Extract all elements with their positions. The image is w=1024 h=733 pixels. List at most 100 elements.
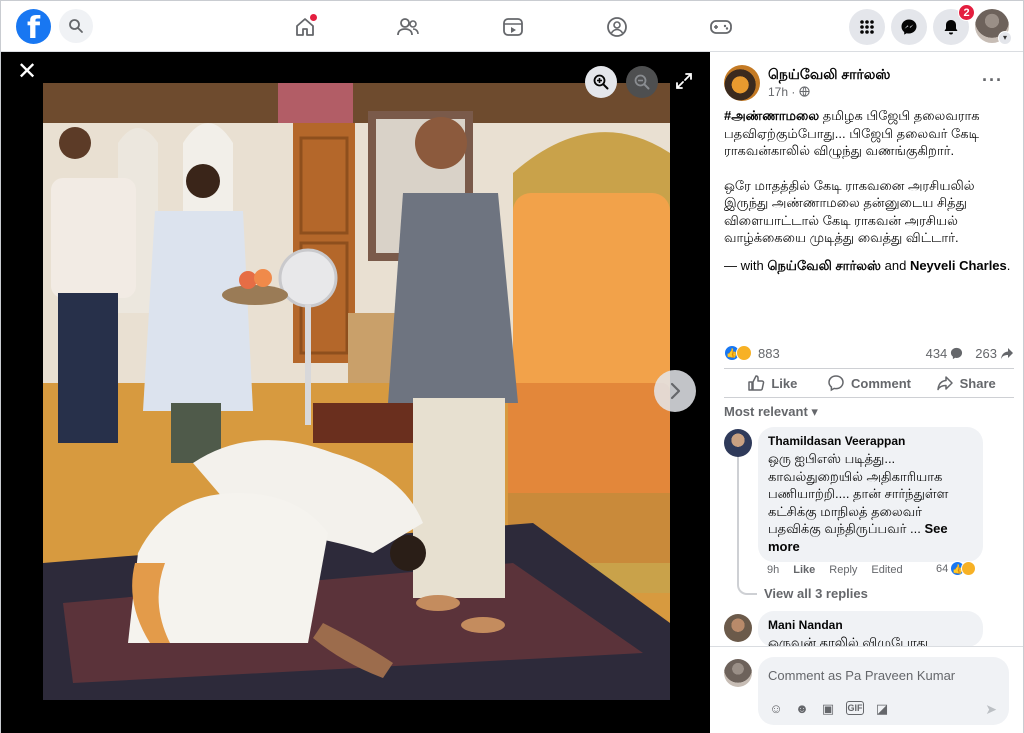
- share-count-text[interactable]: 263: [975, 346, 997, 361]
- close-icon[interactable]: ✕: [15, 60, 39, 84]
- comment-text: ஒரு ஐபிஎஸ் படித்து... காவல்துறையில் அதிக…: [768, 450, 973, 555]
- zoom-in-icon: [593, 74, 609, 90]
- tagged-user-2[interactable]: Neyveli Charles: [910, 258, 1007, 273]
- gif-icon[interactable]: GIF: [846, 701, 864, 715]
- comment-like-button[interactable]: Like: [793, 564, 815, 576]
- account-avatar[interactable]: ▾: [975, 9, 1012, 45]
- menu-button[interactable]: [849, 9, 885, 45]
- author-avatar[interactable]: [724, 65, 760, 101]
- commenter-avatar[interactable]: [724, 614, 752, 642]
- post-photo: [43, 83, 670, 700]
- home-notification-dot: [310, 14, 317, 21]
- post-time-text[interactable]: 17h ·: [768, 85, 795, 99]
- comment-bubble: Mani Nandan ஒருவன் காலில் விழுபோது: [758, 611, 983, 647]
- comment-sort-dropdown[interactable]: Most relevant ▾: [724, 404, 818, 420]
- friends-icon: [397, 18, 419, 36]
- nav-home[interactable]: [291, 13, 319, 41]
- zoom-in-button[interactable]: [585, 66, 617, 98]
- commenter-name[interactable]: Thamildasan Veerappan: [768, 434, 973, 448]
- gaming-controller-icon: [710, 20, 732, 34]
- post-text: #அண்ணாமலை தமிழக பிஜேபி தலைவராக பதவிஏற்கு…: [724, 107, 1014, 274]
- comment-edited-label[interactable]: Edited: [871, 564, 902, 576]
- commenter-name[interactable]: Mani Nandan: [768, 618, 973, 632]
- camera-icon[interactable]: ▣: [820, 701, 836, 717]
- like-thumb-icon: [748, 375, 765, 391]
- share-button[interactable]: Share: [917, 369, 1014, 397]
- comment-meta: 9h Like Reply Edited: [767, 564, 903, 576]
- comment-reactions[interactable]: 64 👍: [936, 561, 978, 577]
- post-stats: 👍 883 434 263: [724, 344, 1014, 364]
- with-prefix: — with: [724, 257, 768, 273]
- comment-reaction-icons: 👍: [950, 561, 978, 577]
- composer-tools: ☺ ☻ ▣ GIF ◪: [768, 701, 890, 717]
- tagged-user-1[interactable]: நெய்வேலி சார்லஸ்: [767, 258, 881, 273]
- post-options-button[interactable]: ···: [982, 70, 1003, 91]
- current-user-avatar[interactable]: [724, 659, 752, 687]
- share-icon: [936, 376, 953, 391]
- comment-count-text[interactable]: 434: [926, 346, 948, 361]
- top-navigation-bar: f 2 ▾: [1, 1, 1023, 52]
- zoom-out-icon: [634, 74, 650, 90]
- next-photo-button[interactable]: [654, 370, 696, 412]
- comment-composer: Comment as Pa Praveen Kumar ☺ ☻ ▣ GIF ◪ …: [710, 646, 1023, 733]
- reaction-icons[interactable]: 👍: [724, 345, 752, 363]
- comment-icon: [828, 375, 844, 392]
- comment-placeholder: Comment as Pa Praveen Kumar: [768, 668, 956, 683]
- watch-video-icon: [503, 18, 523, 36]
- comment-bubble: Thamildasan Veerappan ஒரு ஐபிஎஸ் படித்து…: [758, 427, 983, 562]
- messenger-button[interactable]: [891, 9, 927, 45]
- expand-icon: [676, 73, 692, 89]
- nav-friends[interactable]: [394, 13, 422, 41]
- like-label: Like: [771, 375, 798, 391]
- avatar-sticker-icon[interactable]: ☺: [768, 701, 784, 717]
- comment-reply-button[interactable]: Reply: [829, 564, 857, 576]
- zoom-out-button[interactable]: [626, 66, 658, 98]
- fullscreen-button[interactable]: [673, 70, 695, 92]
- haha-reaction-icon: [736, 345, 752, 361]
- comment-input[interactable]: Comment as Pa Praveen Kumar ☺ ☻ ▣ GIF ◪ …: [758, 657, 1009, 725]
- commenter-avatar[interactable]: [724, 429, 752, 457]
- chevron-down-icon: ▾: [998, 31, 1012, 45]
- comment-bubble-icon: [951, 347, 963, 360]
- with-end: .: [1006, 257, 1011, 273]
- nav-groups[interactable]: [603, 13, 631, 41]
- haha-reaction-icon: [961, 561, 977, 576]
- facebook-logo[interactable]: f: [16, 9, 51, 44]
- post-action-bar: Like Comment Share: [724, 368, 1014, 398]
- reaction-count[interactable]: 883: [758, 346, 780, 361]
- comment-reaction-count: 64: [936, 563, 949, 575]
- comment-button[interactable]: Comment: [821, 369, 918, 397]
- nav-watch[interactable]: [499, 13, 527, 41]
- stat-counts-right: 434 263: [926, 346, 1014, 361]
- menu-grid-icon: [860, 20, 874, 34]
- globe-icon: [799, 86, 810, 97]
- post-author-name[interactable]: நெய்வேலி சார்லஸ்: [768, 66, 890, 85]
- with-and: and: [881, 257, 910, 273]
- emoji-icon[interactable]: ☻: [794, 701, 810, 717]
- post-timestamp[interactable]: 17h ·: [768, 85, 810, 99]
- groups-icon: [607, 17, 627, 37]
- tagged-with-line: — with நெய்வேலி சார்லஸ் and Neyveli Char…: [724, 257, 1014, 275]
- share-label: Share: [959, 375, 996, 391]
- search-icon: [69, 19, 83, 33]
- messenger-icon: [901, 19, 917, 35]
- comment-time[interactable]: 9h: [767, 564, 779, 576]
- search-button[interactable]: [59, 9, 93, 43]
- sticker-icon[interactable]: ◪: [874, 701, 890, 717]
- share-arrow-icon: [1001, 348, 1013, 359]
- share-count[interactable]: 263: [975, 346, 1014, 361]
- nav-gaming[interactable]: [707, 13, 735, 41]
- photo-illustration: [43, 83, 670, 700]
- bell-icon: [944, 20, 958, 35]
- notification-badge: 2: [958, 4, 975, 21]
- send-icon[interactable]: ➤: [985, 701, 997, 718]
- photo-viewer: ✕: [1, 52, 710, 733]
- comment-count[interactable]: 434: [926, 346, 964, 361]
- like-button[interactable]: Like: [724, 369, 821, 397]
- post-text-paragraph2: ஒரே மாதத்தில் கேடி ராகவனை அரசியலில் இருந…: [724, 177, 975, 246]
- comment-label: Comment: [851, 375, 911, 391]
- hashtag-link[interactable]: #அண்ணாமலை: [724, 108, 819, 123]
- notifications-button[interactable]: 2: [933, 4, 975, 45]
- view-replies-link[interactable]: View all 3 replies: [764, 586, 868, 601]
- post-details-panel: நெய்வேலி சார்லஸ் 17h · ··· #அண்ணாமலை தமி…: [710, 52, 1023, 733]
